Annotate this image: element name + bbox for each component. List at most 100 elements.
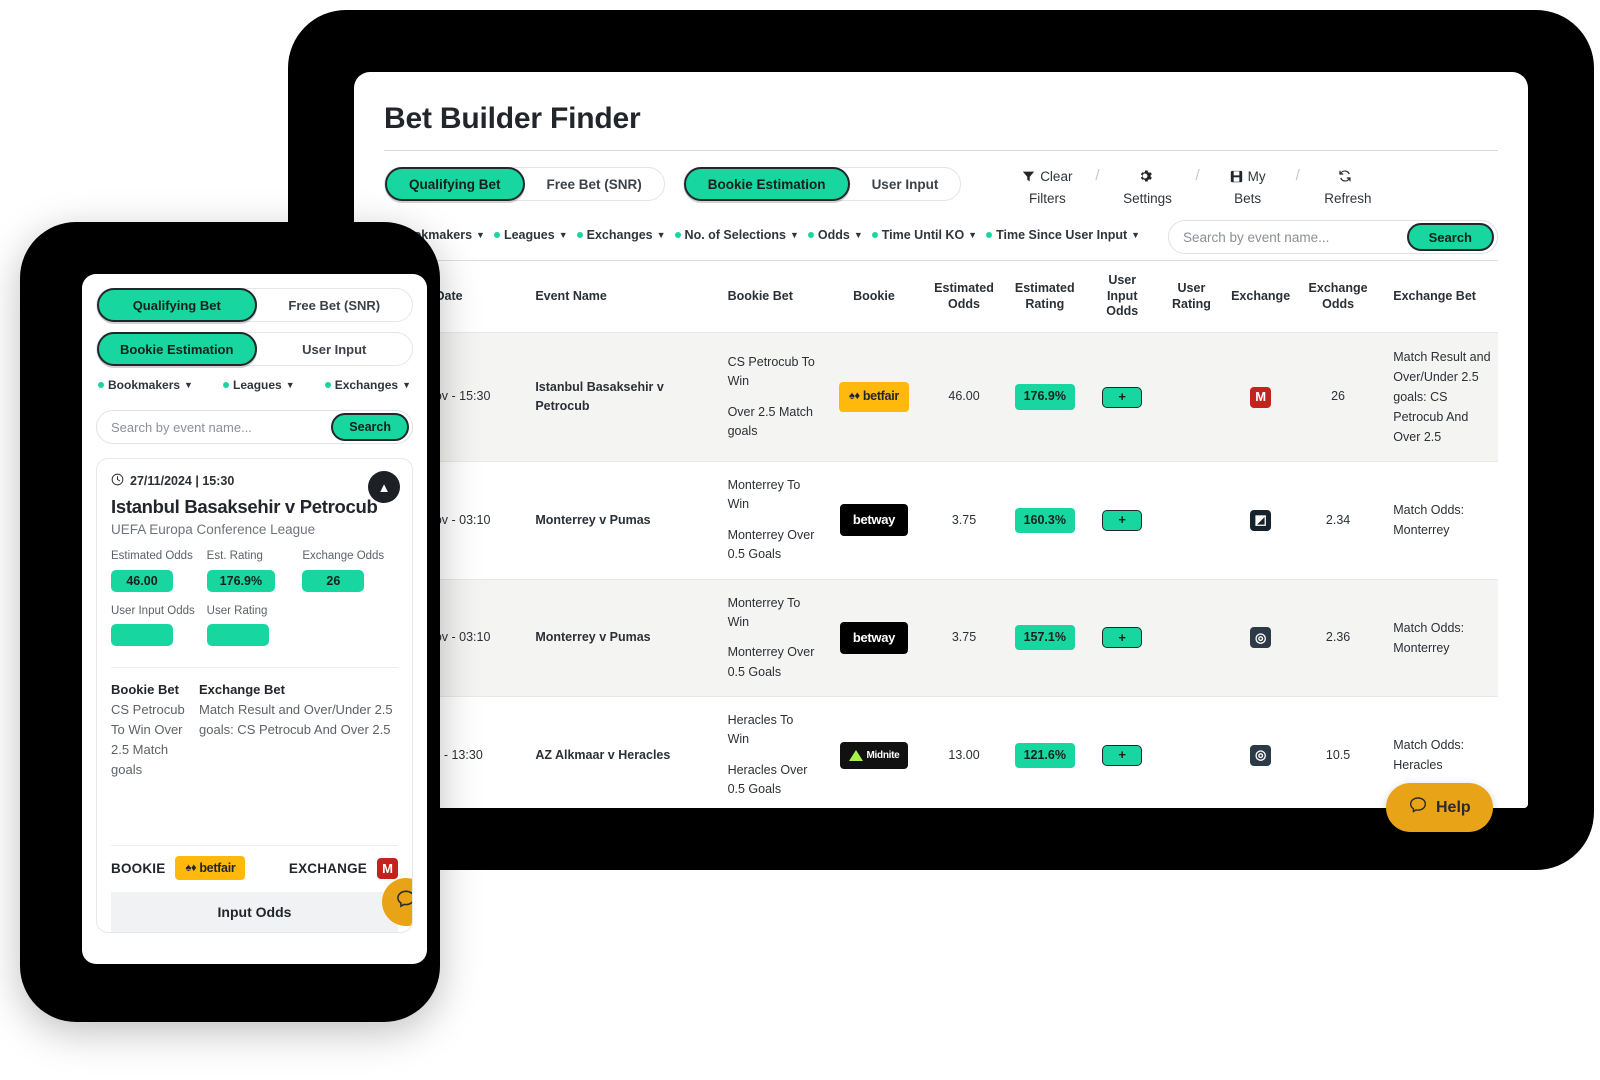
toggle-bookie-estimation[interactable]: Bookie Estimation [684, 167, 850, 201]
mobile-bookie-bet-text: CS Petrocub To Win Over 2.5 Match goals [111, 700, 187, 781]
cell-bookie-bet: Heracles To Win Heracles Over 0.5 Goals [714, 697, 824, 809]
toggle-free-bet-snr[interactable]: Free Bet (SNR) [525, 167, 664, 201]
collapse-card-button[interactable]: ▲ [368, 471, 400, 503]
filter-odds[interactable]: Odds ▼ [805, 228, 866, 242]
mobile-filter-leagues[interactable]: Leagues ▼ [223, 378, 295, 392]
betway-logo: betway [840, 504, 908, 536]
chevron-up-icon: ▲ [378, 480, 391, 495]
mobile-search-input[interactable] [111, 420, 331, 435]
filter-exchanges[interactable]: Exchanges ▼ [574, 228, 669, 242]
table-row[interactable]: 1st Dec - 13:30 AZ Alkmaar v Heracles He… [384, 697, 1498, 809]
stat-spacer [302, 604, 398, 652]
toggle-user-input[interactable]: User Input [850, 167, 961, 201]
mobile-toggle-qualifying-bet[interactable]: Qualifying Bet [97, 288, 257, 322]
chat-bubble-icon [1408, 795, 1428, 820]
toggle-qualifying-bet[interactable]: Qualifying Bet [385, 167, 525, 201]
col-bookie[interactable]: Bookie [823, 261, 924, 332]
cell-exchange-bet: Match Result and Over/Under 2.5 goals: C… [1379, 333, 1498, 462]
cell-user-input-odds: + [1086, 579, 1159, 697]
col-estimated-odds[interactable]: Estimated Odds [924, 261, 1003, 332]
filter-time-since-user-input[interactable]: Time Since User Input ▼ [983, 228, 1143, 242]
refresh-icon [1338, 169, 1352, 189]
mobile-toggle-free-bet-snr[interactable]: Free Bet (SNR) [257, 288, 413, 322]
bet-type-toggle-group: Qualifying Bet Free Bet (SNR) [384, 167, 665, 201]
betfair-logo[interactable]: ♠♦betfair [175, 856, 245, 880]
search-input[interactable] [1183, 230, 1407, 245]
col-exchange-odds[interactable]: Exchange Odds [1297, 261, 1379, 332]
mobile-filter-exchanges[interactable]: Exchanges ▼ [325, 378, 411, 392]
table-row[interactable]: 29th Nov - 03:10 Monterrey v Pumas Monte… [384, 579, 1498, 697]
mobile-toggle-user-input[interactable]: User Input [257, 332, 413, 366]
stat-user-rating: User Rating [207, 604, 303, 652]
bookie-bet-leg-1: Heracles To Win [728, 711, 818, 750]
add-user-odds-button[interactable]: + [1102, 627, 1142, 648]
cell-exchange-odds: 26 [1297, 333, 1379, 462]
mobile-search-button[interactable]: Search [331, 413, 409, 441]
stat-exchange-odds-value: 26 [302, 570, 364, 592]
mobile-exchange-group: EXCHANGE M [289, 858, 398, 879]
col-estimated-rating[interactable]: Estimated Rating [1004, 261, 1086, 332]
mobile-bet-type-toggle-group: Qualifying Bet Free Bet (SNR) [96, 288, 413, 322]
help-button[interactable]: Help [1386, 783, 1493, 832]
mobile-toggle-bookie-estimation[interactable]: Bookie Estimation [97, 332, 257, 366]
cell-user-input-odds: + [1086, 462, 1159, 580]
filter-no-of-selections[interactable]: No. of Selections ▼ [672, 228, 802, 242]
status-dot-icon [675, 232, 681, 238]
table-row[interactable]: 29th Nov - 03:10 Monterrey v Pumas Monte… [384, 462, 1498, 580]
matchbook-icon[interactable]: M [377, 858, 398, 879]
chevron-down-icon: ▼ [286, 380, 295, 390]
stat-est-rating-label: Est. Rating [207, 549, 303, 565]
mobile-input-odds-button[interactable]: Input Odds [111, 892, 398, 932]
bookie-bet-leg-1: CS Petrocub To Win [728, 353, 818, 392]
mobile-card-footer: BOOKIE ♠♦betfair EXCHANGE M Input Odds [97, 845, 412, 932]
mobile-estimation-mode-toggle-group: Bookie Estimation User Input [96, 332, 413, 366]
clear-filters-button[interactable]: Clear Filters [1005, 167, 1089, 208]
status-dot-icon [986, 232, 992, 238]
chat-bubble-icon [395, 888, 413, 916]
filter-odds-label: Odds [818, 228, 850, 242]
results-table: Event Date Event Name Bookie Bet Bookie … [384, 261, 1498, 808]
cell-user-rating [1158, 697, 1224, 809]
cell-bookie: ♠♦betfair [823, 333, 924, 462]
chevron-down-icon: ▼ [790, 230, 799, 240]
col-user-rating[interactable]: User Rating [1158, 261, 1224, 332]
chevron-down-icon: ▼ [657, 230, 666, 240]
mobile-exchange-label: EXCHANGE [289, 861, 367, 876]
cell-estimated-odds: 13.00 [924, 697, 1003, 809]
add-user-odds-button[interactable]: + [1102, 387, 1142, 408]
table-body: 27th Nov - 15:30 Istanbul Basaksehir v P… [384, 333, 1498, 809]
col-user-input-odds[interactable]: User Input Odds [1086, 261, 1159, 332]
add-user-odds-button[interactable]: + [1102, 510, 1142, 531]
add-user-odds-button[interactable]: + [1102, 745, 1142, 766]
table-header-row: Event Date Event Name Bookie Bet Bookie … [384, 261, 1498, 332]
filter-time-until-ko[interactable]: Time Until KO ▼ [869, 228, 980, 242]
col-exchange-bet[interactable]: Exchange Bet [1379, 261, 1498, 332]
stat-user-rating-value [207, 624, 269, 646]
stat-user-input-odds: User Input Odds [111, 604, 207, 652]
status-dot-icon [808, 232, 814, 238]
funnel-icon [1022, 169, 1035, 189]
filter-time-until-ko-label: Time Until KO [882, 228, 964, 242]
mobile-footer-logos-row: BOOKIE ♠♦betfair EXCHANGE M [111, 856, 398, 892]
bookie-bet-leg-2: Monterrey Over 0.5 Goals [728, 643, 818, 682]
col-bookie-bet[interactable]: Bookie Bet [714, 261, 824, 332]
mobile-search-bar: Search [96, 410, 413, 444]
search-button[interactable]: Search [1407, 223, 1494, 251]
action-divider-3: / [1290, 167, 1306, 184]
table-row[interactable]: 27th Nov - 15:30 Istanbul Basaksehir v P… [384, 333, 1498, 462]
mobile-filter-leagues-label: Leagues [233, 378, 282, 392]
mobile-filter-bookmakers[interactable]: Bookmakers ▼ [98, 378, 193, 392]
col-exchange[interactable]: Exchange [1224, 261, 1297, 332]
stat-user-input-odds-value[interactable] [111, 624, 173, 646]
col-event-name[interactable]: Event Name [521, 261, 713, 332]
my-bets-button[interactable]: My Bets [1206, 167, 1290, 208]
chevron-down-icon: ▼ [476, 230, 485, 240]
status-dot-icon [494, 232, 500, 238]
settings-button[interactable]: Settings [1106, 167, 1190, 208]
cell-user-rating [1158, 462, 1224, 580]
rating-badge: 176.9% [1015, 384, 1075, 409]
filter-leagues[interactable]: Leagues ▼ [491, 228, 571, 242]
mobile-exchange-bet-heading: Exchange Bet [199, 680, 398, 700]
mobile-event-card[interactable]: 27/11/2024 | 15:30 ▲ Istanbul Basaksehir… [96, 458, 413, 933]
refresh-button[interactable]: Refresh [1306, 167, 1390, 208]
